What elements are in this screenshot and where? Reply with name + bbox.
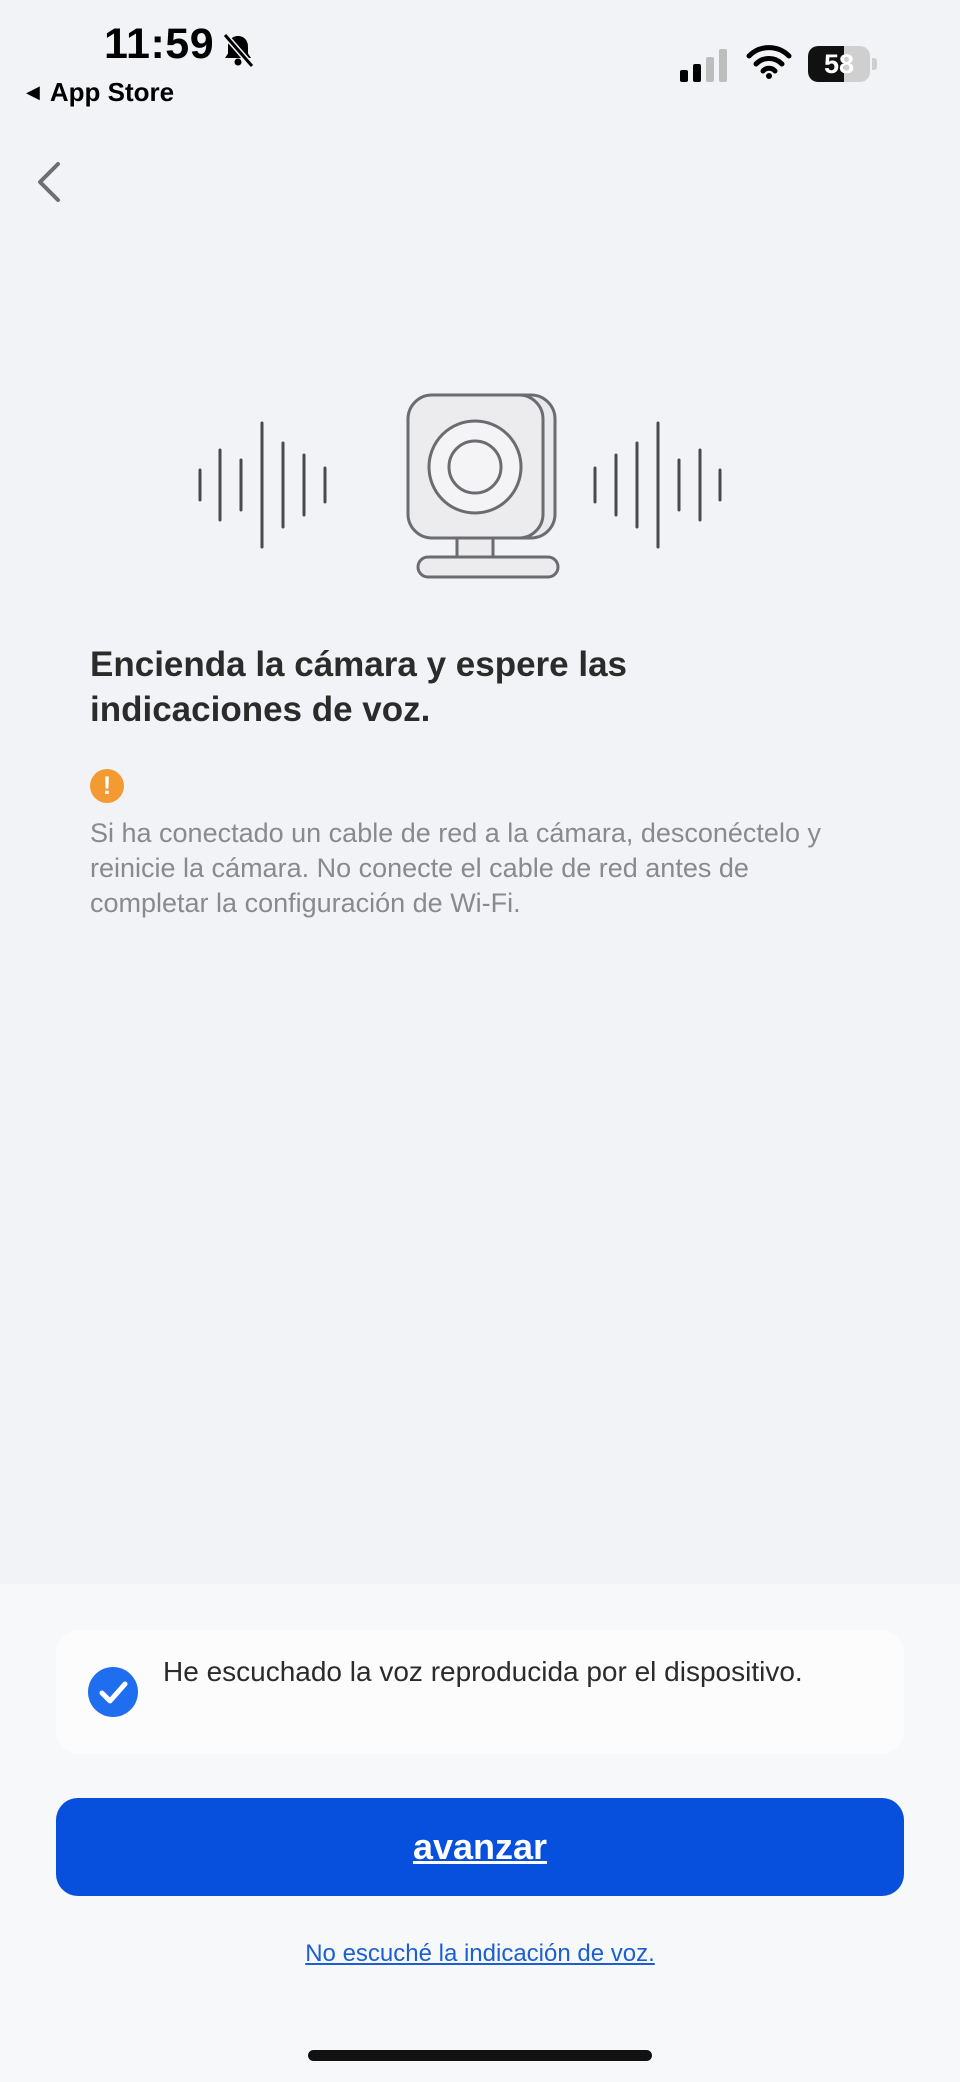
next-button[interactable]: avanzar	[56, 1798, 904, 1896]
wifi-icon	[746, 45, 792, 79]
confirm-card[interactable]	[56, 1630, 904, 1754]
battery-indicator: 58	[808, 46, 878, 82]
status-time: 11:59	[104, 20, 215, 68]
triangle-left-icon: ◀	[26, 82, 40, 102]
warning-text: Si ha conectado un cable de red a la cám…	[90, 818, 821, 918]
camera-with-sound-waves-icon	[198, 393, 722, 579]
cellular-signal-icon	[680, 49, 727, 82]
bell-slash-icon	[222, 33, 255, 68]
battery-percent: 58	[823, 49, 855, 79]
confirm-label: He escuchado la voz reproducida por el d…	[163, 1656, 803, 1687]
no-voice-link[interactable]: No escuché la indicación de voz.	[0, 1940, 960, 1968]
warning-icon: !	[90, 769, 124, 803]
home-indicator	[308, 2050, 652, 2061]
checkbox-checked-icon[interactable]	[88, 1667, 138, 1717]
chevron-left-icon[interactable]	[30, 160, 70, 204]
back-to-app-label: App Store	[49, 77, 175, 107]
page-title: Encienda la cámara y espere las indicaci…	[90, 645, 627, 729]
back-to-app-store[interactable]: ◀ App Store	[26, 77, 174, 108]
